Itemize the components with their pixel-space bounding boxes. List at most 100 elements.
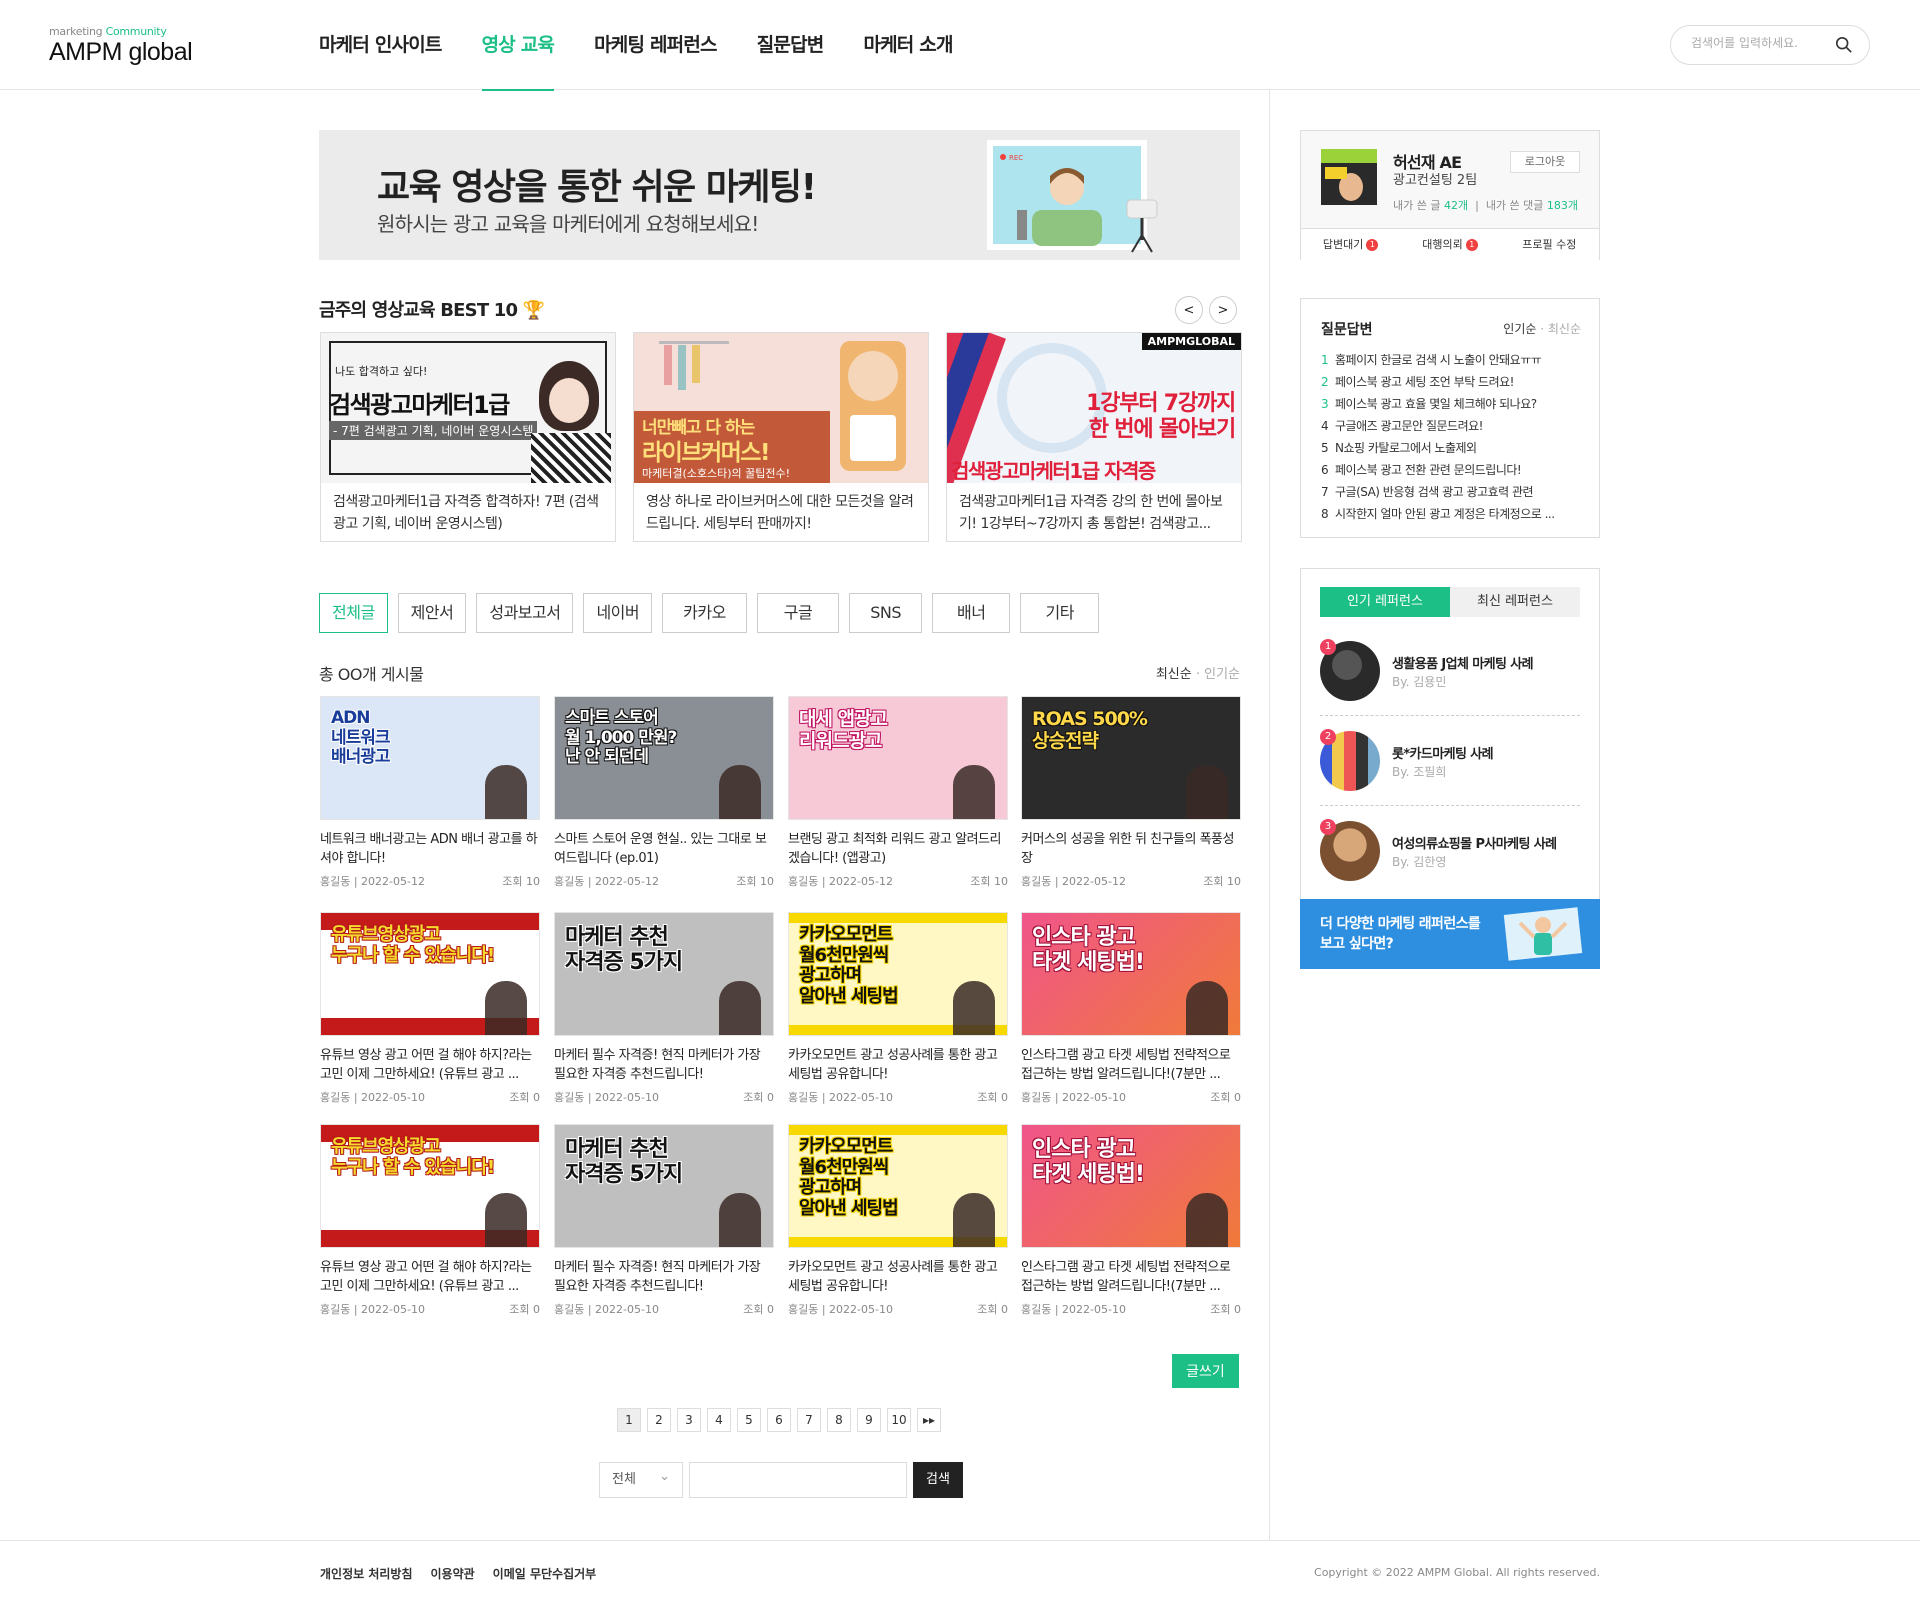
thumbnail-art-text: ROAS 500% 상승전략 — [1032, 708, 1148, 752]
page-button[interactable]: 10 — [887, 1408, 911, 1432]
category-tab[interactable]: 기타 — [1020, 593, 1099, 633]
post-card[interactable]: 인스타 광고 타겟 세팅법! 인스타그램 광고 타겟 세팅법 전략적으로 접근하는… — [1021, 912, 1241, 1105]
post-card[interactable]: 대세 앱광고 리워드광고 브랜딩 광고 최적화 리워드 광고 알려드리겠습니다! … — [788, 696, 1008, 889]
best-card[interactable]: 나도 합격하고 싶다! 검색광고마케터1급 - 7편 검색광고 기획, 네이버 … — [320, 332, 616, 542]
category-tab[interactable]: 구글 — [756, 593, 840, 633]
edit-profile-button[interactable]: 프로필 수정 — [1500, 229, 1599, 260]
category-tab[interactable]: 카카오 — [662, 593, 747, 633]
presenter-photo — [485, 1193, 527, 1247]
post-thumbnail: 스마트 스토어 월 1,000 만원? 난 안 되던데 — [554, 696, 774, 820]
post-card[interactable]: 유튜브영상광고 누구나 할 수 있습니다! 유튜브 영상 광고 어떤 걸 해야 하… — [320, 912, 540, 1105]
post-total: 총 OO개 게시물 — [319, 665, 424, 684]
qna-tab-latest[interactable]: 최신순 — [1548, 322, 1581, 336]
post-card[interactable]: 마케터 추천 자격증 5가지 마케터 필수 자격증! 현직 마케터가 가장 필요한… — [554, 912, 774, 1105]
post-views: 조회 0 — [977, 1091, 1008, 1104]
qna-item[interactable]: 4 구글애즈 광고문안 질문드려요! — [1321, 415, 1555, 437]
page-button[interactable]: 8 — [827, 1408, 851, 1432]
sort-latest[interactable]: 최신순 — [1156, 667, 1192, 682]
write-button[interactable]: 글쓰기 — [1172, 1354, 1239, 1388]
thumbnail-art-text: 마케터 추천 자격증 5가지 — [565, 1137, 683, 1188]
post-card[interactable]: 카카오모먼트 월6천만원씩 광고하며 알아낸 세팅법 카카오모먼트 광고 성공사례… — [788, 1124, 1008, 1317]
pending-answers-button[interactable]: 답변대기 1 — [1301, 229, 1400, 260]
reference-item[interactable]: 3 여성의류쇼핑몰 P사마케팅 사례 By. 김한영 — [1320, 819, 1580, 911]
email-policy-link[interactable]: 이메일 무단수집거부 — [493, 1565, 597, 1582]
qna-item[interactable]: 5 N쇼핑 카탈로그에서 노출제외 — [1321, 437, 1555, 459]
qna-item[interactable]: 3 페이스북 광고 효율 몇일 체크해야 되나요? — [1321, 393, 1555, 415]
nav-item[interactable]: 질문답변 — [757, 0, 825, 90]
board-search-input[interactable] — [689, 1462, 907, 1498]
post-card[interactable]: 유튜브영상광고 누구나 할 수 있습니다! 유튜브 영상 광고 어떤 걸 해야 하… — [320, 1124, 540, 1317]
page-button[interactable]: 3 — [677, 1408, 701, 1432]
post-card[interactable]: ADN 네트워크 배너광고 네트워크 배너광고는 ADN 배너 광고를 하셔야 합… — [320, 696, 540, 889]
search-icon[interactable] — [1835, 36, 1853, 54]
post-views: 조회 10 — [736, 875, 774, 888]
best-caption: 검색광고마케터1급 자격증 강의 한 번에 몰아보기! 1강부터~7강까지 총 … — [959, 494, 1223, 532]
page-button[interactable]: 7 — [797, 1408, 821, 1432]
category-tab[interactable]: 네이버 — [583, 593, 653, 633]
qna-rank: 6 — [1321, 463, 1329, 477]
terms-link[interactable]: 이용약관 — [431, 1565, 475, 1582]
best-card[interactable]: 너만빼고 다 하는 라이브커머스! 마케터결(소호스타)의 꿀팁전수! 영상 하… — [633, 332, 929, 542]
thumbnail-art-text: 카카오모먼트 월6천만원씩 광고하며 알아낸 세팅법 — [799, 1136, 899, 1220]
reference-item[interactable]: 2 롯*카드마케팅 사례 By. 조필희 — [1320, 729, 1580, 821]
post-author-date: 홍길동 | 2022-05-10 — [320, 1303, 425, 1316]
next-page-button[interactable]: ▸▸ — [917, 1408, 941, 1432]
post-title: 커머스의 성공을 위한 뒤 친구들의 폭풍성장 — [1021, 832, 1234, 866]
post-card[interactable]: 마케터 추천 자격증 5가지 마케터 필수 자격증! 현직 마케터가 가장 필요한… — [554, 1124, 774, 1317]
board-search-button[interactable]: 검색 — [913, 1462, 963, 1498]
page-button[interactable]: 6 — [767, 1408, 791, 1432]
presenter-photo — [485, 981, 527, 1035]
logout-button[interactable]: 로그아웃 — [1510, 151, 1580, 173]
carousel-prev-button[interactable]: < — [1175, 296, 1203, 324]
category-tab[interactable]: 제안서 — [397, 593, 467, 633]
qna-widget: 질문답변 인기순 · 최신순 1 홈페이지 한글로 검색 시 노출이 안돼요ㅠㅠ 2… — [1300, 298, 1600, 538]
page-button[interactable]: 9 — [857, 1408, 881, 1432]
post-card[interactable]: 카카오모먼트 월6천만원씩 광고하며 알아낸 세팅법 카카오모먼트 광고 성공사례… — [788, 912, 1008, 1105]
qna-item[interactable]: 8 시작한지 얼마 안된 광고 계정은 타계정으로 ... — [1321, 503, 1555, 525]
post-author-date: 홍길동 | 2022-05-12 — [1021, 875, 1126, 888]
category-tab[interactable]: 배너 — [932, 593, 1011, 633]
hero-title: 교육 영상을 통한 쉬운 마케팅! — [377, 167, 817, 208]
reference-item[interactable]: 1 생활용품 J업체 마케팅 사례 By. 김용민 — [1320, 639, 1580, 731]
more-reference-banner[interactable]: 더 다양한 마케팅 래퍼런스를 보고 싶다면? — [1300, 899, 1600, 969]
qna-item[interactable]: 7 구글(SA) 반응형 검색 광고 광고효력 관련 — [1321, 481, 1555, 503]
sort-options: 최신순 · 인기순 — [1155, 667, 1240, 682]
post-thumbnail: 마케터 추천 자격증 5가지 — [554, 1124, 774, 1248]
sort-popular[interactable]: 인기순 — [1204, 667, 1240, 682]
page-button[interactable]: 5 — [737, 1408, 761, 1432]
tab-popular-reference[interactable]: 인기 레퍼런스 — [1320, 587, 1450, 617]
tab-latest-reference[interactable]: 최신 레퍼런스 — [1450, 587, 1580, 617]
privacy-policy-link[interactable]: 개인정보 처리방침 — [320, 1565, 413, 1582]
nav-item[interactable]: 마케터 소개 — [863, 0, 953, 90]
post-author-date: 홍길동 | 2022-05-10 — [788, 1303, 893, 1316]
search-input[interactable] — [1691, 36, 1831, 50]
nav-item-active[interactable]: 영상 교육 — [481, 0, 555, 91]
post-author-date: 홍길동 | 2022-05-12 — [554, 875, 659, 888]
qna-item[interactable]: 2 페이스북 광고 세팅 조언 부탁 드려요! — [1321, 371, 1555, 393]
post-title: 스마트 스토어 운영 현실.. 있는 그대로 보여드립니다 (ep.01) — [554, 832, 767, 866]
page-button[interactable]: 1 — [617, 1408, 641, 1432]
nav-item[interactable]: 마케팅 레퍼런스 — [594, 0, 717, 90]
thumbnail-art-text: 마케터 추천 자격증 5가지 — [565, 925, 683, 976]
qna-item[interactable]: 6 페이스북 광고 전환 관련 문의드립니다! — [1321, 459, 1555, 481]
qna-tab-popular[interactable]: 인기순 — [1503, 322, 1536, 336]
qna-item[interactable]: 1 홈페이지 한글로 검색 시 노출이 안돼요ㅠㅠ — [1321, 349, 1555, 371]
nav-item[interactable]: 마케터 인사이트 — [319, 0, 442, 90]
post-card[interactable]: ROAS 500% 상승전략커머스의 성공을 위한 뒤 친구들의 폭풍성장홍길동… — [1021, 696, 1241, 889]
page-button[interactable]: 2 — [647, 1408, 671, 1432]
category-tab-active[interactable]: 전체글 — [319, 593, 388, 633]
qna-question: 홈페이지 한글로 검색 시 노출이 안돼요ㅠㅠ — [1335, 353, 1542, 367]
presenter-photo — [1186, 1193, 1228, 1247]
post-card[interactable]: 스마트 스토어 월 1,000 만원? 난 안 되던데스마트 스토어 운영 현실… — [554, 696, 774, 889]
category-tab[interactable]: 성과보고서 — [476, 593, 574, 633]
search-scope-select[interactable]: 전체 — [599, 1460, 683, 1498]
category-tab[interactable]: SNS — [849, 593, 923, 633]
qna-rank: 2 — [1321, 375, 1329, 389]
carousel-next-button[interactable]: > — [1209, 296, 1237, 324]
page-button[interactable]: 4 — [707, 1408, 731, 1432]
logo[interactable]: marketing Community AMPM global — [49, 25, 193, 66]
post-card[interactable]: 인스타 광고 타겟 세팅법! 인스타그램 광고 타겟 세팅법 전략적으로 접근하는… — [1021, 1124, 1241, 1317]
post-thumbnail: ADN 네트워크 배너광고 — [320, 696, 540, 820]
agency-request-button[interactable]: 대행의뢰 1 — [1400, 229, 1499, 260]
best-card[interactable]: AMPMGLOBAL 1강부터 7강까지 한 번에 몰아보기 검색광고마케터1급… — [946, 332, 1242, 542]
